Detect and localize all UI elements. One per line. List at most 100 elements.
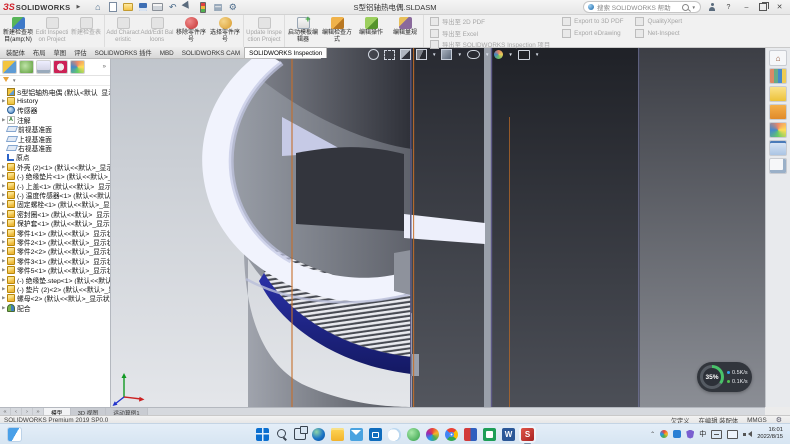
select-icon[interactable]: [182, 2, 193, 13]
solidworks-resources-tab[interactable]: ⌂: [769, 50, 787, 66]
solidworks-taskbar-icon[interactable]: S: [521, 428, 534, 441]
tree-item-0[interactable]: ▶History: [0, 96, 110, 105]
tab-装配体[interactable]: 装配体: [2, 46, 29, 58]
tree-item-12[interactable]: ▶密封圈<1> (默认<<默认>_显示状: [0, 209, 110, 218]
view-settings-icon[interactable]: [518, 50, 530, 60]
tab-solidworks-插件[interactable]: SOLIDWORKS 插件: [91, 46, 156, 58]
tree-filter-row[interactable]: ▼: [0, 76, 110, 86]
edit-appearance-icon[interactable]: [494, 50, 503, 59]
file-explorer-tab[interactable]: [769, 86, 787, 102]
view-settings-caret-icon[interactable]: ▼: [535, 52, 539, 57]
tree-item-5[interactable]: 右视基准面: [0, 143, 110, 152]
tree-item-22[interactable]: ▶配合: [0, 303, 110, 312]
tree-item-6[interactable]: 原点: [0, 153, 110, 162]
word-taskbar-icon[interactable]: W: [502, 428, 515, 441]
tree-item-13[interactable]: ▶保护套<1> (默认<<默认>_显示状: [0, 218, 110, 227]
tab-mbd[interactable]: MBD: [156, 48, 178, 58]
tray-app2-icon[interactable]: [673, 430, 681, 438]
search-box[interactable]: 搜索 SOLIDWORKS 帮助 ▼: [583, 1, 701, 13]
tree-item-17[interactable]: ▶零件3<1> (默认<<默认>_显示状态: [0, 256, 110, 265]
tabs-overflow-icon[interactable]: »: [103, 64, 108, 70]
copy-settings-tab[interactable]: [769, 158, 787, 174]
design-library-tab[interactable]: [769, 68, 787, 84]
tray-expand-icon[interactable]: ⌃: [650, 431, 655, 438]
onedrive-taskbar-icon[interactable]: [388, 428, 401, 441]
tree-item-1[interactable]: 传感器: [0, 106, 110, 115]
restore-button[interactable]: [759, 3, 767, 11]
filter-caret-icon[interactable]: ▼: [12, 78, 16, 83]
edit-inspection-methods-button[interactable]: 编辑检查方式: [320, 15, 354, 43]
display-style-caret-icon[interactable]: ▼: [457, 52, 461, 57]
tab-草图[interactable]: 草图: [49, 46, 70, 58]
feature-manager-tab-icon[interactable]: [2, 60, 17, 74]
zoom-fit-icon[interactable]: [368, 49, 379, 60]
dimxpert-manager-tab-icon[interactable]: [53, 60, 68, 74]
edit-appearance-caret-icon[interactable]: ▼: [508, 52, 512, 57]
tab-评估[interactable]: 评估: [70, 46, 91, 58]
task-view-taskbar-icon[interactable]: [294, 428, 306, 440]
section-view-icon[interactable]: [400, 49, 411, 60]
options-icon[interactable]: ⚙: [227, 2, 238, 13]
edit-gages-button[interactable]: 编辑量规: [388, 15, 422, 37]
login-icon[interactable]: [708, 3, 716, 11]
search-icon[interactable]: [682, 4, 689, 11]
search-caret-icon[interactable]: ▼: [692, 5, 696, 10]
remove-balloons-button[interactable]: 移除零件序号: [174, 15, 208, 43]
zoom-area-icon[interactable]: [384, 50, 395, 60]
help-button[interactable]: ?: [723, 4, 734, 11]
tree-item-14[interactable]: ▶零件1<1> (默认<<默认>_显示状态: [0, 228, 110, 237]
hide-show-items-icon[interactable]: [467, 50, 480, 59]
open-icon[interactable]: [122, 2, 133, 13]
undo-icon[interactable]: ↶: [167, 2, 178, 13]
view-palette-tab[interactable]: [769, 104, 787, 120]
tree-root-item[interactable]: S型铝轴热电偶 (默认<默认_显示状态-1: [0, 87, 110, 96]
store-taskbar-icon[interactable]: [369, 428, 382, 441]
volume-icon[interactable]: [743, 430, 752, 438]
menu-expand-arrow-icon[interactable]: ▶: [76, 4, 80, 10]
new-document-icon[interactable]: [107, 2, 118, 13]
tree-item-10[interactable]: ▶(-) 温度传感器<1> (默认<<默认>_: [0, 190, 110, 199]
select-balloons-button[interactable]: 选择零件序号: [208, 15, 242, 43]
photos-taskbar-icon[interactable]: [426, 428, 439, 441]
mail-taskbar-icon[interactable]: [350, 428, 363, 441]
rebuild-icon[interactable]: [197, 2, 208, 13]
configuration-manager-tab-icon[interactable]: [36, 60, 51, 74]
tree-item-19[interactable]: ▶(-) 绝缘垫.step<1> (默认<<默认>: [0, 275, 110, 284]
file-explorer-taskbar-icon[interactable]: [331, 428, 344, 441]
tab-solidworks-inspection[interactable]: SOLIDWORKS Inspection: [244, 47, 327, 58]
clock[interactable]: 16:01 2022/8/15: [757, 427, 783, 441]
tree-item-16[interactable]: ▶零件2<2> (默认<<默认>_显示状态: [0, 247, 110, 256]
app-green-taskbar-icon[interactable]: [407, 428, 420, 441]
edge-taskbar-icon[interactable]: [312, 428, 325, 441]
custom-properties-tab[interactable]: [769, 140, 787, 156]
tree-item-18[interactable]: ▶零件5<1> (默认<<默认>_显示状态: [0, 265, 110, 274]
close-button[interactable]: ✕: [774, 3, 785, 11]
chrome-taskbar-icon[interactable]: [445, 428, 458, 441]
display-style-icon[interactable]: [441, 49, 452, 60]
hide-show-items-caret-icon[interactable]: ▼: [485, 52, 489, 57]
minimize-button[interactable]: –: [741, 4, 752, 11]
tab-布局[interactable]: 布局: [29, 46, 50, 58]
display-manager-tab-icon[interactable]: [70, 60, 85, 74]
touch-keyboard-icon[interactable]: [711, 430, 722, 439]
launch-template-editor-button[interactable]: 启动模板编辑器: [286, 15, 320, 43]
tray-shield-icon[interactable]: [686, 430, 694, 439]
start-taskbar-icon[interactable]: [256, 428, 269, 441]
new-inspection-project-button[interactable]: 新建检查项目(amp;N): [1, 15, 35, 43]
tab-solidworks-cam[interactable]: SOLIDWORKS CAM: [178, 48, 244, 58]
file-properties-icon[interactable]: ▤: [212, 2, 223, 13]
appearances-scenes-tab[interactable]: [769, 122, 787, 138]
tree-item-9[interactable]: ▶(-) 上盖<1> (默认<<默认>_显示状: [0, 181, 110, 190]
system-monitor-badge[interactable]: 35% 0.5K/s 0.1K/s: [697, 362, 752, 392]
view-orientation-caret-icon[interactable]: ▼: [432, 52, 436, 57]
network-icon[interactable]: [727, 430, 738, 439]
tree-item-15[interactable]: ▶零件2<1> (默认<<默认>_显示状态: [0, 237, 110, 246]
tree-item-11[interactable]: ▶固定螺栓<1> (默认<<默认>_显示: [0, 200, 110, 209]
book-taskbar-icon[interactable]: [464, 428, 477, 441]
graphics-viewport[interactable]: [110, 47, 765, 407]
view-orientation-icon[interactable]: [416, 49, 427, 60]
save-icon[interactable]: [137, 2, 148, 13]
home-icon[interactable]: ⌂: [92, 2, 103, 13]
ime-indicator[interactable]: 中: [699, 429, 706, 439]
tree-item-20[interactable]: ▶(-) 垫片 (2)<2> (默认<<默认>_显: [0, 284, 110, 293]
